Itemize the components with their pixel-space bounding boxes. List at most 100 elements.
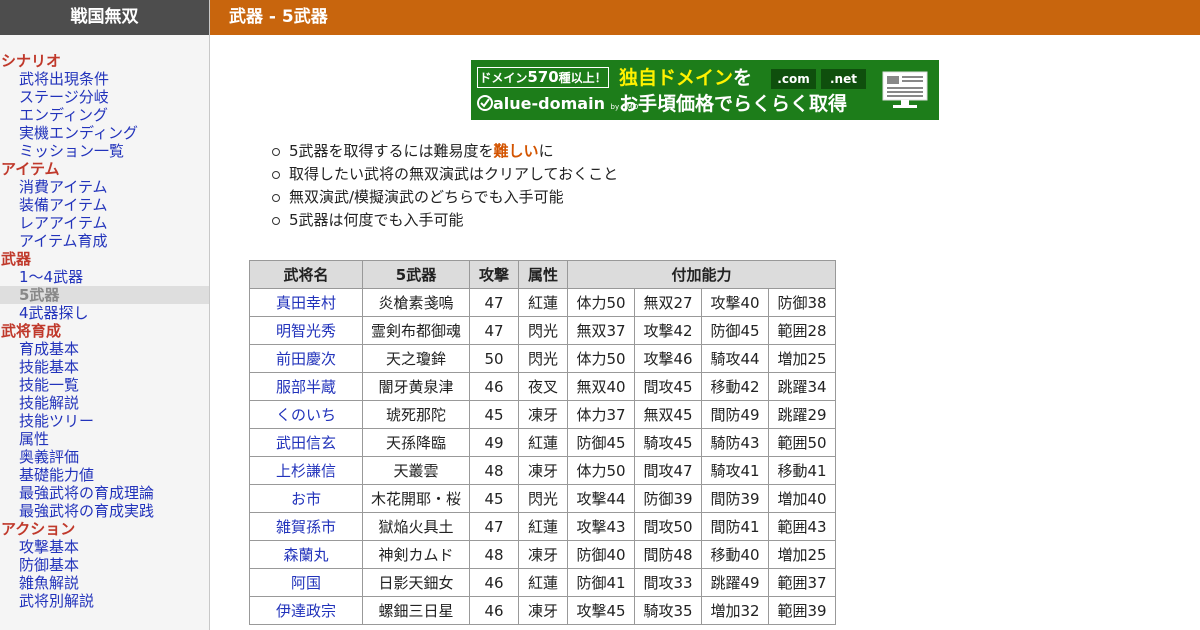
table-row: 森蘭丸 神剣カムド 48 凍牙 防御40 間防48 移動40 増加25 — [249, 540, 836, 569]
table-cell: 体力37 — [567, 400, 635, 429]
table-cell: 閃光 — [518, 316, 568, 345]
sidebar-item[interactable]: ミッション一覧 — [0, 142, 209, 160]
general-name-link[interactable]: 上杉謙信 — [249, 456, 363, 485]
general-name-link[interactable]: 服部半蔵 — [249, 372, 363, 401]
sidebar-item[interactable]: 実機エンディング — [0, 124, 209, 142]
table-cell: 無双37 — [567, 316, 635, 345]
table-cell: 凍牙 — [518, 540, 568, 569]
col-header-weapon: 5武器 — [362, 260, 470, 289]
table-cell: 体力50 — [567, 344, 635, 373]
table-cell: 天叢雲 — [362, 456, 470, 485]
sidebar-item[interactable]: 5武器 — [0, 286, 209, 304]
notes-list: 5武器を取得するには難易度を難しいに 取得したい武将の無双演武はクリアしておくこ… — [270, 140, 618, 232]
table-cell: 紅蓮 — [518, 288, 568, 317]
general-name-link[interactable]: くのいち — [249, 400, 363, 429]
sidebar-item[interactable]: 最強武将の育成理論 — [0, 484, 209, 502]
sidebar-item[interactable]: エンディング — [0, 106, 209, 124]
site-title[interactable]: 戦国無双 — [0, 0, 209, 35]
table-cell: 螺鈿三日星 — [362, 596, 470, 625]
table-cell: 天之瓊鉾 — [362, 344, 470, 373]
table-cell: 間防41 — [701, 512, 769, 541]
sidebar-item[interactable]: 1～4武器 — [0, 268, 209, 286]
general-name-link[interactable]: 前田慶次 — [249, 344, 363, 373]
table-cell: 紅蓮 — [518, 568, 568, 597]
table-cell: 閃光 — [518, 484, 568, 513]
table-cell: 無双27 — [634, 288, 702, 317]
sidebar-item[interactable]: ステージ分岐 — [0, 88, 209, 106]
table-cell: 天孫降臨 — [362, 428, 470, 457]
table-row: 明智光秀 霊剣布都御魂 47 閃光 無双37 攻撃42 防御45 範囲28 — [249, 316, 836, 345]
sidebar-item[interactable]: 技能基本 — [0, 358, 209, 376]
table-row: 阿国 日影天鈿女 46 紅蓮 防御41 間攻33 跳躍49 範囲37 — [249, 568, 836, 597]
table-cell: 防御39 — [634, 484, 702, 513]
table-cell: 獄焔火具土 — [362, 512, 470, 541]
col-header-attack: 攻撃 — [469, 260, 519, 289]
table-cell: 攻撃44 — [567, 484, 635, 513]
table-cell: 間防49 — [701, 400, 769, 429]
sidebar-item[interactable]: 基礎能力値 — [0, 466, 209, 484]
banner-headline: 独自ドメインを — [619, 67, 753, 89]
table-cell: 47 — [469, 512, 519, 541]
table-cell: 移動40 — [701, 540, 769, 569]
table-cell: 凍牙 — [518, 456, 568, 485]
sidebar-item[interactable]: 属性 — [0, 430, 209, 448]
sidebar-item[interactable]: 攻撃基本 — [0, 538, 209, 556]
table-cell: 無双40 — [567, 372, 635, 401]
general-name-link[interactable]: 阿国 — [249, 568, 363, 597]
general-name-link[interactable]: 明智光秀 — [249, 316, 363, 345]
table-cell: 範囲50 — [768, 428, 836, 457]
table-cell: 46 — [469, 568, 519, 597]
table-cell: 攻撃46 — [634, 344, 702, 373]
sidebar-item[interactable]: 育成基本 — [0, 340, 209, 358]
table-cell: 47 — [469, 288, 519, 317]
sidebar-item[interactable]: 技能ツリー — [0, 412, 209, 430]
table-cell: 防御45 — [567, 428, 635, 457]
sidebar-item[interactable]: 消費アイテム — [0, 178, 209, 196]
sidebar-item[interactable]: 最強武将の育成実践 — [0, 502, 209, 520]
page-title: 武器 - 5武器 — [229, 7, 328, 27]
table-body: 真田幸村 炎槍素戔嗚 47 紅蓮 体力50 無双27 攻撃40 防御38 明智光秀 霊剣布都御魂 4… — [249, 288, 836, 625]
sidebar-item[interactable]: 武将別解説 — [0, 592, 209, 610]
sidebar-item[interactable]: レアアイテム — [0, 214, 209, 232]
table-cell: 闇牙黄泉津 — [362, 372, 470, 401]
note-item: 取得したい武将の無双演武はクリアしておくこと — [270, 163, 618, 186]
general-name-link[interactable]: 武田信玄 — [249, 428, 363, 457]
tld-com: .com — [771, 69, 816, 89]
banner-logo: alue-domain by GMO — [477, 94, 638, 117]
weapons-table: 武将名 5武器 攻撃 属性 付加能力 真田幸村 炎槍素戔嗚 47 紅蓮 体力50 無双27… — [249, 260, 836, 625]
table-cell: 47 — [469, 316, 519, 345]
table-cell: 49 — [469, 428, 519, 457]
table-cell: 閃光 — [518, 344, 568, 373]
general-name-link[interactable]: 真田幸村 — [249, 288, 363, 317]
general-name-link[interactable]: 伊達政宗 — [249, 596, 363, 625]
sidebar-item[interactable]: 雑魚解説 — [0, 574, 209, 592]
table-cell: 紅蓮 — [518, 428, 568, 457]
general-name-link[interactable]: 森蘭丸 — [249, 540, 363, 569]
table-cell: 琥死那陀 — [362, 400, 470, 429]
table-row: 上杉謙信 天叢雲 48 凍牙 体力50 間攻47 騎攻41 移動41 — [249, 456, 836, 485]
table-header-row: 武将名 5武器 攻撃 属性 付加能力 — [249, 260, 836, 289]
sidebar-item[interactable]: 技能一覧 — [0, 376, 209, 394]
table-cell: 増加32 — [701, 596, 769, 625]
table-cell: 騎攻35 — [634, 596, 702, 625]
ad-banner[interactable]: ドメイン570種以上！ alue-domain by GMO 独自ドメインを .… — [471, 60, 939, 120]
sidebar-item[interactable]: 防御基本 — [0, 556, 209, 574]
sidebar-item[interactable]: 装備アイテム — [0, 196, 209, 214]
sidebar-item[interactable]: 4武器探し — [0, 304, 209, 322]
general-name-link[interactable]: お市 — [249, 484, 363, 513]
general-name-link[interactable]: 雑賀孫市 — [249, 512, 363, 541]
table-cell: 増加25 — [768, 540, 836, 569]
table-cell: 増加40 — [768, 484, 836, 513]
table-row: 真田幸村 炎槍素戔嗚 47 紅蓮 体力50 無双27 攻撃40 防御38 — [249, 288, 836, 317]
sidebar-item[interactable]: 武将出現条件 — [0, 70, 209, 88]
table-cell: 日影天鈿女 — [362, 568, 470, 597]
table-row: お市 木花開耶・桜 45 閃光 攻撃44 防御39 間防39 増加40 — [249, 484, 836, 513]
table-row: くのいち 琥死那陀 45 凍牙 体力37 無双45 間防49 跳躍29 — [249, 400, 836, 429]
sidebar-item[interactable]: アイテム育成 — [0, 232, 209, 250]
table-cell: 間攻50 — [634, 512, 702, 541]
sidebar-item[interactable]: 奥義評価 — [0, 448, 209, 466]
table-cell: 攻撃40 — [701, 288, 769, 317]
sidebar-item[interactable]: 技能解説 — [0, 394, 209, 412]
sidebar: 戦国無双 シナリオ 武将出現条件 ステージ分岐 エンディング 実機エンディング ミッション… — [0, 0, 210, 630]
banner-tag: ドメイン570種以上！ — [477, 67, 609, 88]
